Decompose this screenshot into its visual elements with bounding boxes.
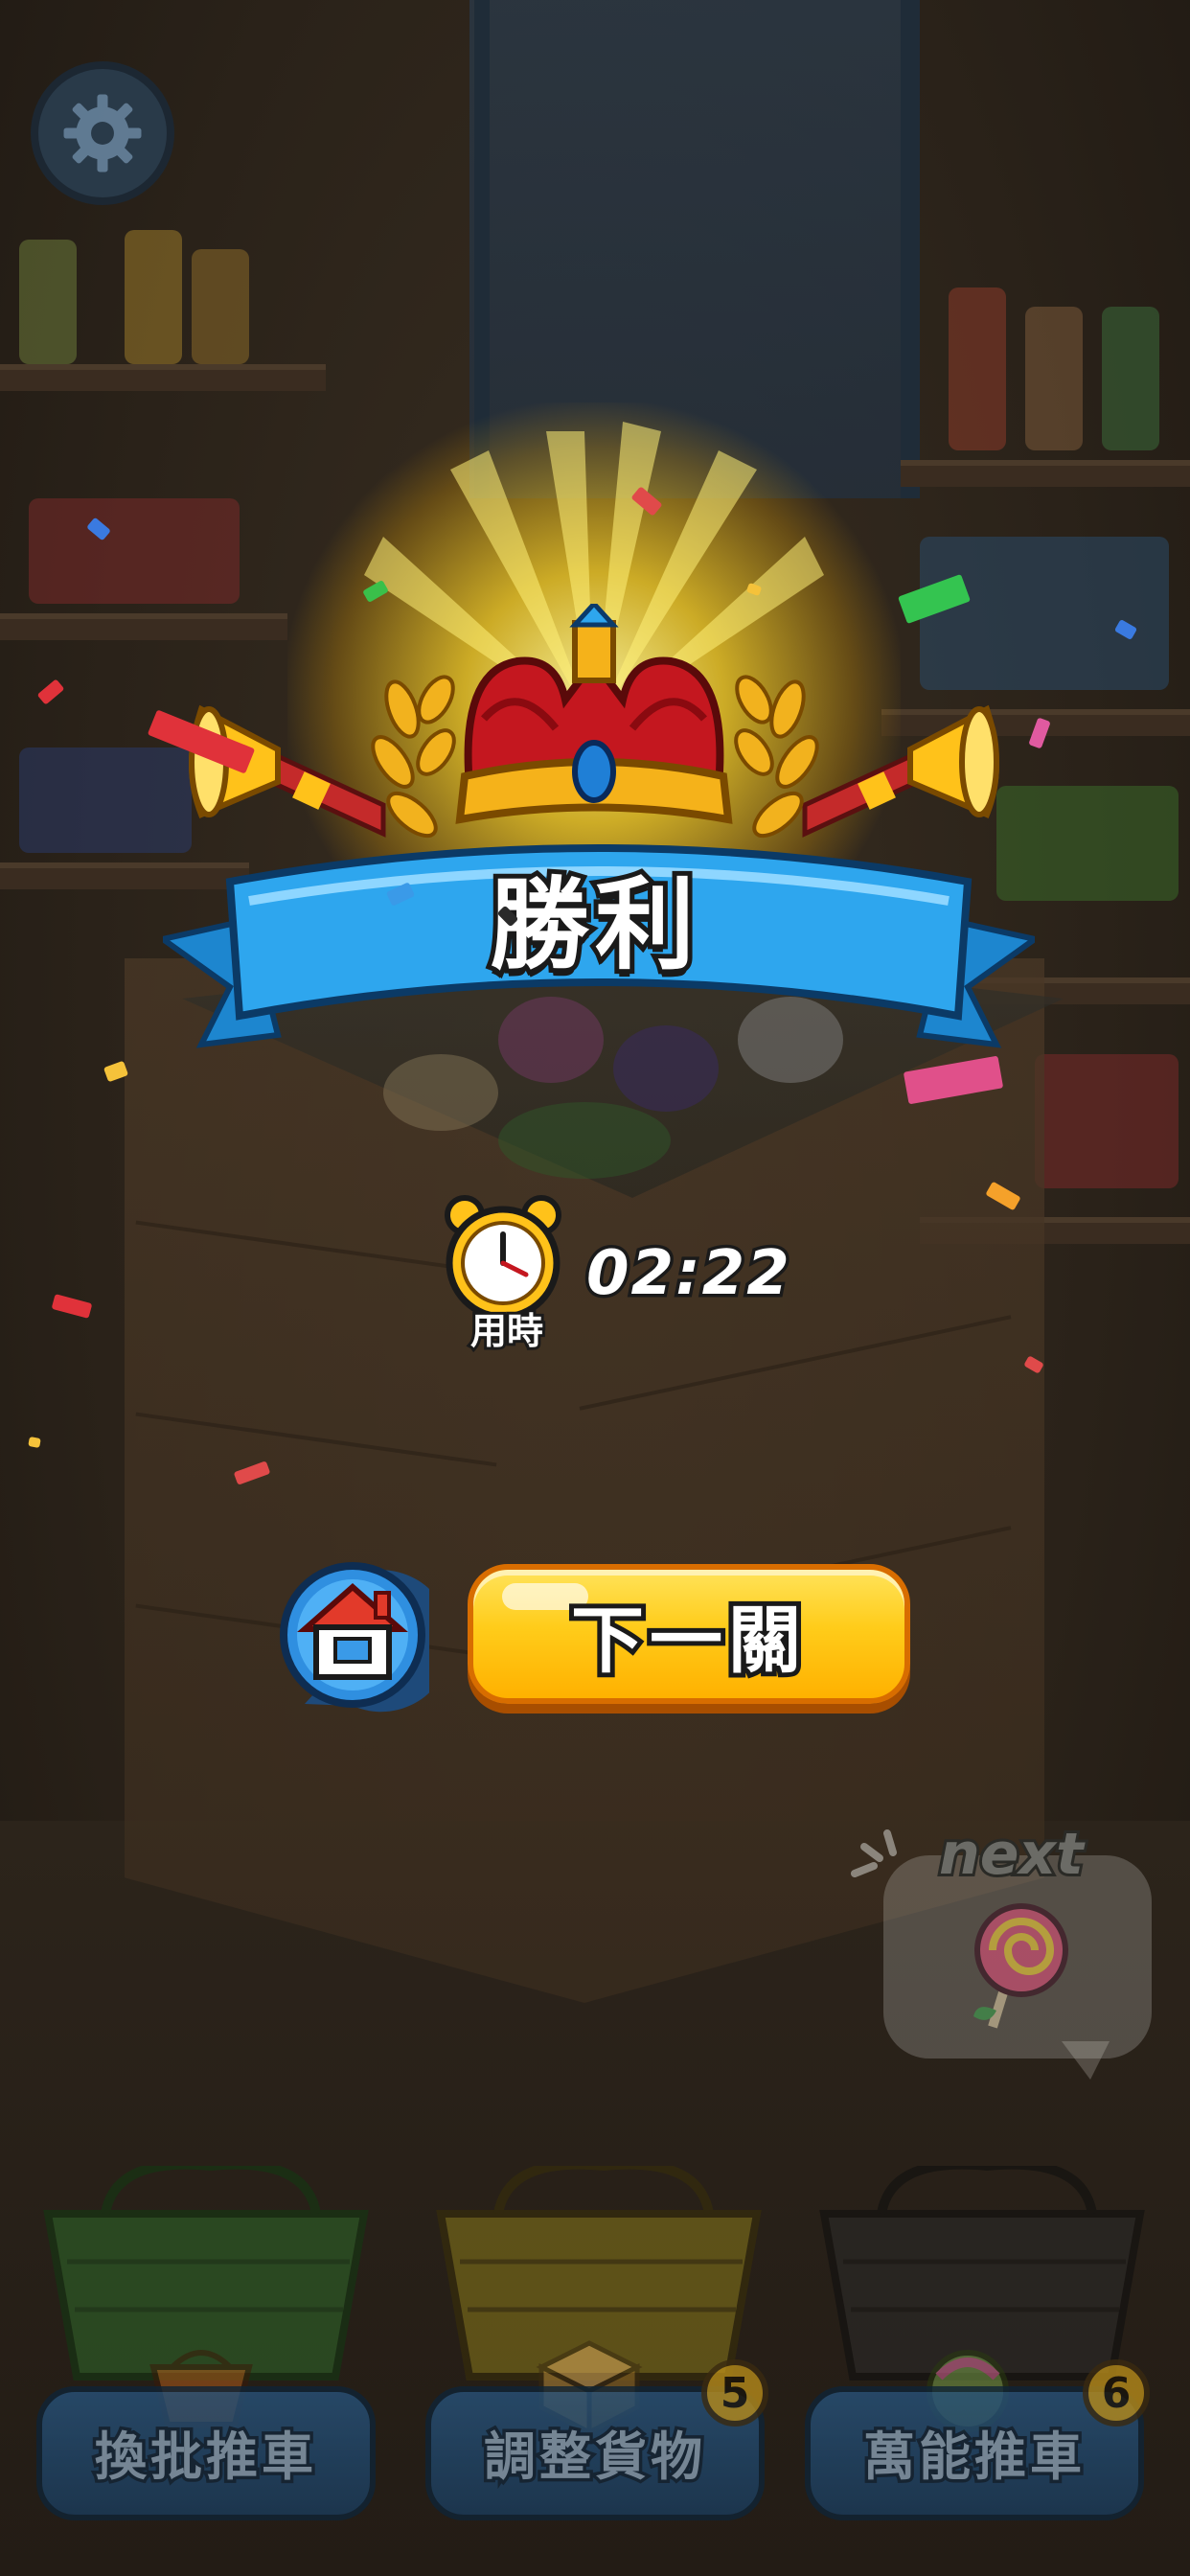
shelf: [0, 364, 326, 391]
confetti: [28, 1437, 41, 1448]
tool-label: 換批推車: [92, 2423, 317, 2490]
tool-swap-cart-button[interactable]: 換批推車: [36, 2386, 376, 2520]
next-preview-tail: [1062, 2041, 1110, 2080]
crown-icon: [455, 604, 733, 824]
product-can: [19, 240, 77, 364]
product-can: [949, 288, 1006, 450]
tool-label: 調整貨物: [481, 2423, 706, 2490]
product-can: [125, 230, 182, 364]
victory-title: 勝利: [485, 862, 700, 988]
product-box: [920, 537, 1169, 690]
window-frame: [901, 0, 920, 498]
product-can: [1102, 307, 1159, 450]
lollipop-icon: [973, 1903, 1068, 2029]
time-value: 02:22: [584, 1235, 793, 1313]
tool-label: 萬能推車: [860, 2423, 1086, 2490]
crate-item: [383, 1054, 498, 1131]
crate-item: [498, 1102, 671, 1179]
home-button[interactable]: [276, 1560, 429, 1721]
settings-button[interactable]: [31, 61, 174, 205]
next-level-label: 下一關: [566, 1593, 807, 1688]
product-can: [192, 249, 249, 364]
tool-count-badge: 6: [1083, 2359, 1150, 2426]
next-level-button[interactable]: 下一關: [468, 1564, 910, 1704]
shelf: [901, 460, 1190, 487]
product-box: [29, 498, 240, 604]
shelf: [0, 613, 287, 640]
gear-icon: [63, 94, 142, 172]
product-can: [1025, 307, 1083, 450]
tool-count-badge: 5: [701, 2359, 768, 2426]
next-preview-label: next: [936, 1818, 1087, 1891]
product-box: [1035, 1054, 1179, 1188]
time-label: 用時: [468, 1307, 546, 1355]
